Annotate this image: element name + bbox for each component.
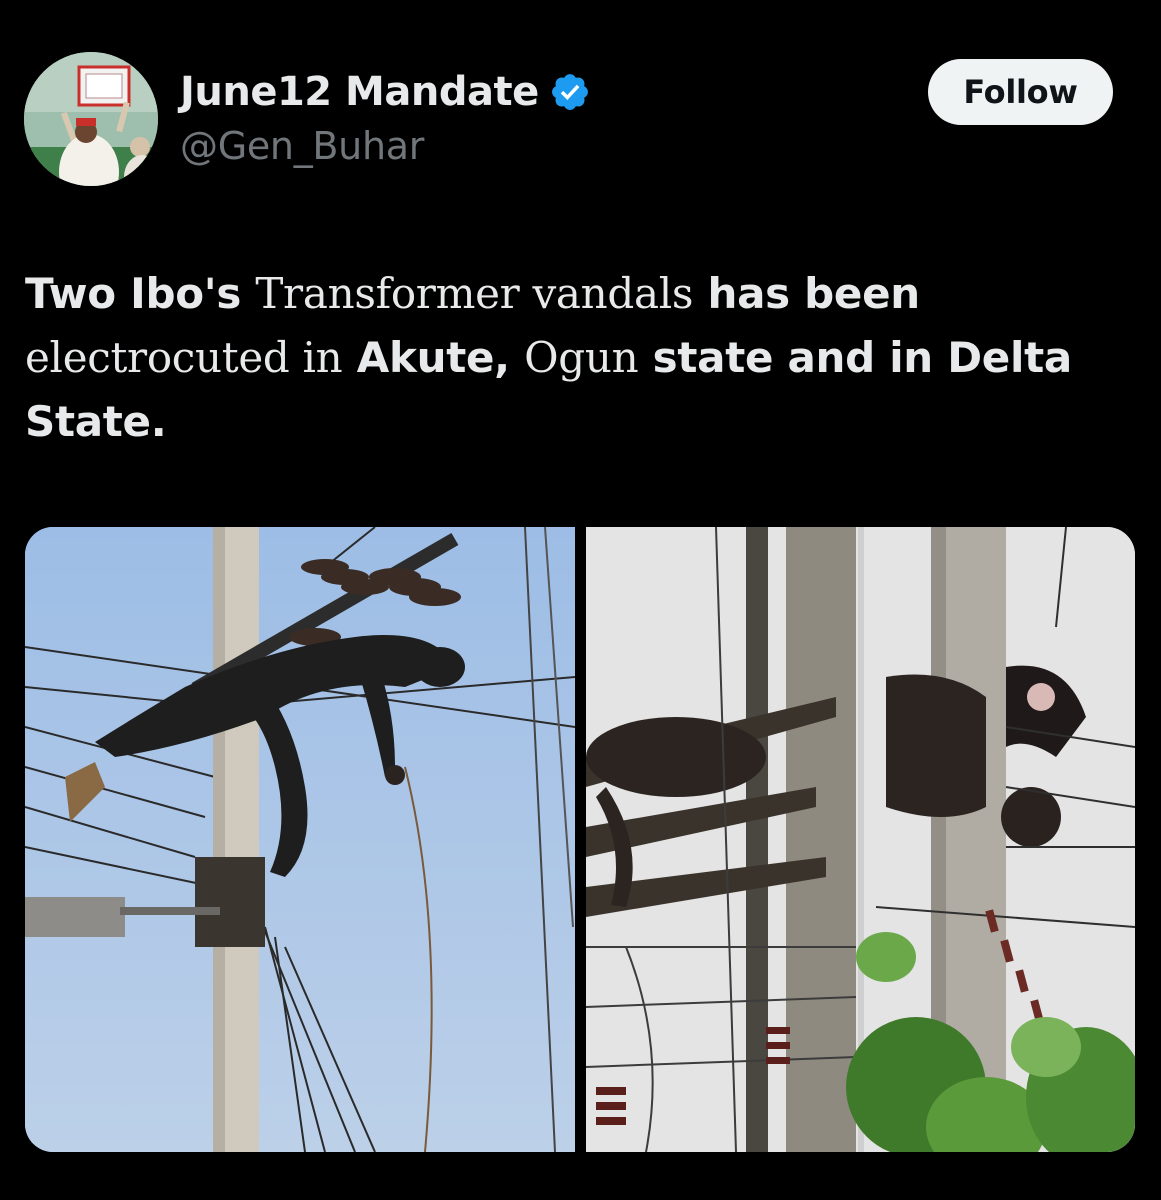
- author-avatar[interactable]: [24, 52, 158, 186]
- follow-button[interactable]: Follow: [928, 59, 1113, 125]
- verified-badge-icon[interactable]: [549, 71, 591, 113]
- tweet-text-segment: Akute,: [342, 333, 525, 382]
- media-grid: [25, 527, 1135, 1152]
- display-name[interactable]: June12 Mandate: [180, 69, 539, 115]
- tweet-text-segment: Two Ibo's: [25, 269, 256, 318]
- tweet-text-segment: has been: [693, 269, 920, 318]
- electric-pole-photo-akute[interactable]: [25, 527, 575, 1152]
- electric-pole-photo-delta[interactable]: [586, 527, 1135, 1152]
- tweet-text-segment: electrocuted in: [25, 333, 343, 382]
- author-handle[interactable]: @Gen_Buhar: [180, 124, 424, 168]
- tweet-text: Two Ibo's Transformer vandals has been e…: [25, 262, 1135, 454]
- tweet-text-segment: Ogun: [524, 333, 639, 382]
- tweet-text-segment: Transformer vandals: [255, 269, 694, 318]
- author-name-row: June12 Mandate: [180, 66, 591, 118]
